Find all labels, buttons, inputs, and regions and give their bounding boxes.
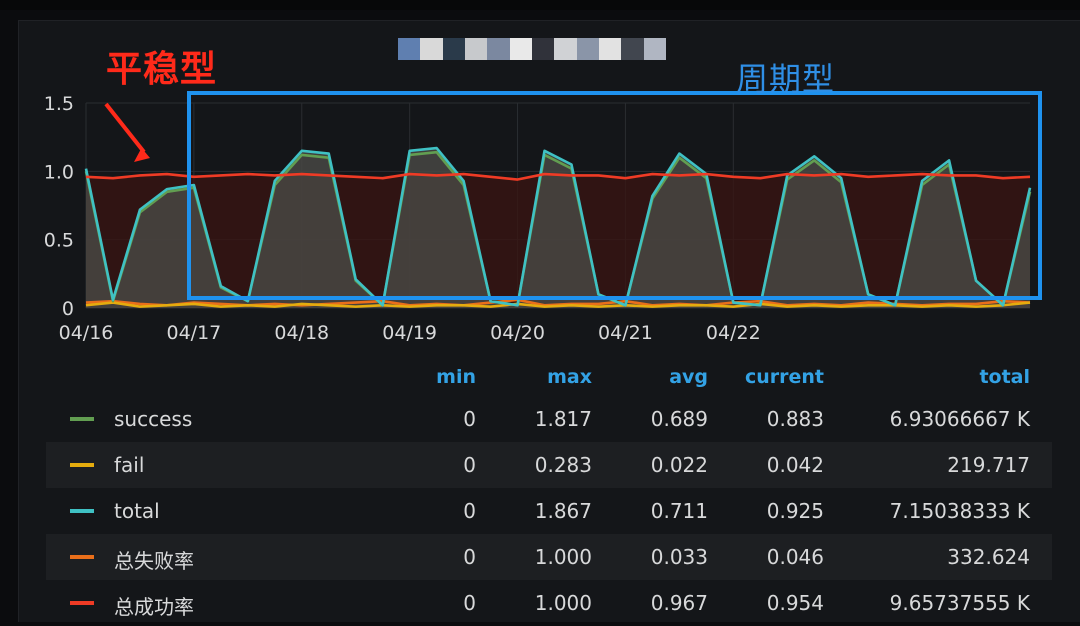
legend-value-avg: 0.967 [650, 591, 708, 615]
legend-value-min: 0 [463, 591, 476, 615]
legend-value-avg: 0.022 [650, 453, 708, 477]
legend-swatch[interactable] [70, 463, 94, 467]
x-tick-label: 04/16 [59, 322, 114, 344]
legend-header-min[interactable]: min [386, 366, 476, 388]
legend-value-min: 0 [463, 545, 476, 569]
legend-value-total: 332.624 [947, 545, 1030, 569]
x-tick-label: 04/19 [382, 322, 437, 344]
legend-header: min max avg current total [46, 360, 1052, 396]
legend-value-max: 1.000 [534, 545, 592, 569]
legend-rows: success 0 1.817 0.689 0.883 6.93066667 K fail 0… [46, 396, 1052, 626]
legend-value-avg: 0.689 [650, 407, 708, 431]
legend-swatch[interactable] [70, 601, 94, 605]
legend-value-max: 0.283 [534, 453, 592, 477]
legend-header-max[interactable]: max [486, 366, 592, 388]
legend-value-current: 0.925 [766, 499, 824, 523]
legend-swatch[interactable] [70, 555, 94, 559]
x-tick-label: 04/18 [274, 322, 329, 344]
legend-table: min max avg current total success 0 1.817 0… [46, 360, 1052, 626]
legend-row[interactable]: fail 0 0.283 0.022 0.042 219.717 [46, 442, 1052, 488]
legend-row[interactable]: success 0 1.817 0.689 0.883 6.93066667 K [46, 396, 1052, 442]
legend-series-name[interactable]: total [114, 499, 160, 523]
legend-value-min: 0 [463, 499, 476, 523]
legend-value-total: 219.717 [947, 453, 1030, 477]
legend-header-current[interactable]: current [718, 366, 824, 388]
legend-value-avg: 0.711 [650, 499, 708, 523]
legend-series-name[interactable]: success [114, 407, 192, 431]
x-tick-label: 04/17 [167, 322, 222, 344]
legend-value-min: 0 [463, 407, 476, 431]
legend-value-max: 1.867 [534, 499, 592, 523]
y-tick-label: 0 [62, 298, 74, 320]
legend-value-current: 0.046 [766, 545, 824, 569]
legend-series-name[interactable]: fail [114, 453, 144, 477]
legend-value-total: 7.15038333 K [889, 499, 1030, 523]
legend-value-current: 0.954 [766, 591, 824, 615]
legend-value-total: 9.65737555 K [889, 591, 1030, 615]
legend-swatch[interactable] [70, 509, 94, 513]
stable-annotation-arrow-shaft [104, 102, 146, 154]
legend-row[interactable]: total 0 1.867 0.711 0.925 7.15038333 K [46, 488, 1052, 534]
x-tick-label: 04/22 [706, 322, 761, 344]
y-tick-label: 1.5 [44, 93, 74, 115]
y-tick-label: 0.5 [44, 230, 74, 252]
annotation-stable: 平稳型 [106, 49, 218, 90]
legend-row[interactable]: 总失败率 0 1.000 0.033 0.046 332.624 [46, 534, 1052, 580]
legend-row[interactable]: 总成功率 0 1.000 0.967 0.954 9.65737555 K [46, 580, 1052, 626]
x-tick-label: 04/20 [490, 322, 545, 344]
legend-header-total[interactable]: total [834, 366, 1030, 388]
annotation-periodic: 周期型 [736, 60, 836, 98]
legend-series-name[interactable]: 总成功率 [114, 591, 194, 620]
legend-value-current: 0.042 [766, 453, 824, 477]
legend-series-name[interactable]: 总失败率 [114, 545, 194, 574]
legend-value-current: 0.883 [766, 407, 824, 431]
legend-value-avg: 0.033 [650, 545, 708, 569]
legend-value-min: 0 [463, 453, 476, 477]
legend-value-max: 1.817 [534, 407, 592, 431]
legend-header-avg[interactable]: avg [602, 366, 708, 388]
legend-value-total: 6.93066667 K [889, 407, 1030, 431]
legend-value-max: 1.000 [534, 591, 592, 615]
legend-swatch[interactable] [70, 417, 94, 421]
y-tick-label: 1.0 [44, 161, 74, 183]
x-tick-label: 04/21 [598, 322, 653, 344]
